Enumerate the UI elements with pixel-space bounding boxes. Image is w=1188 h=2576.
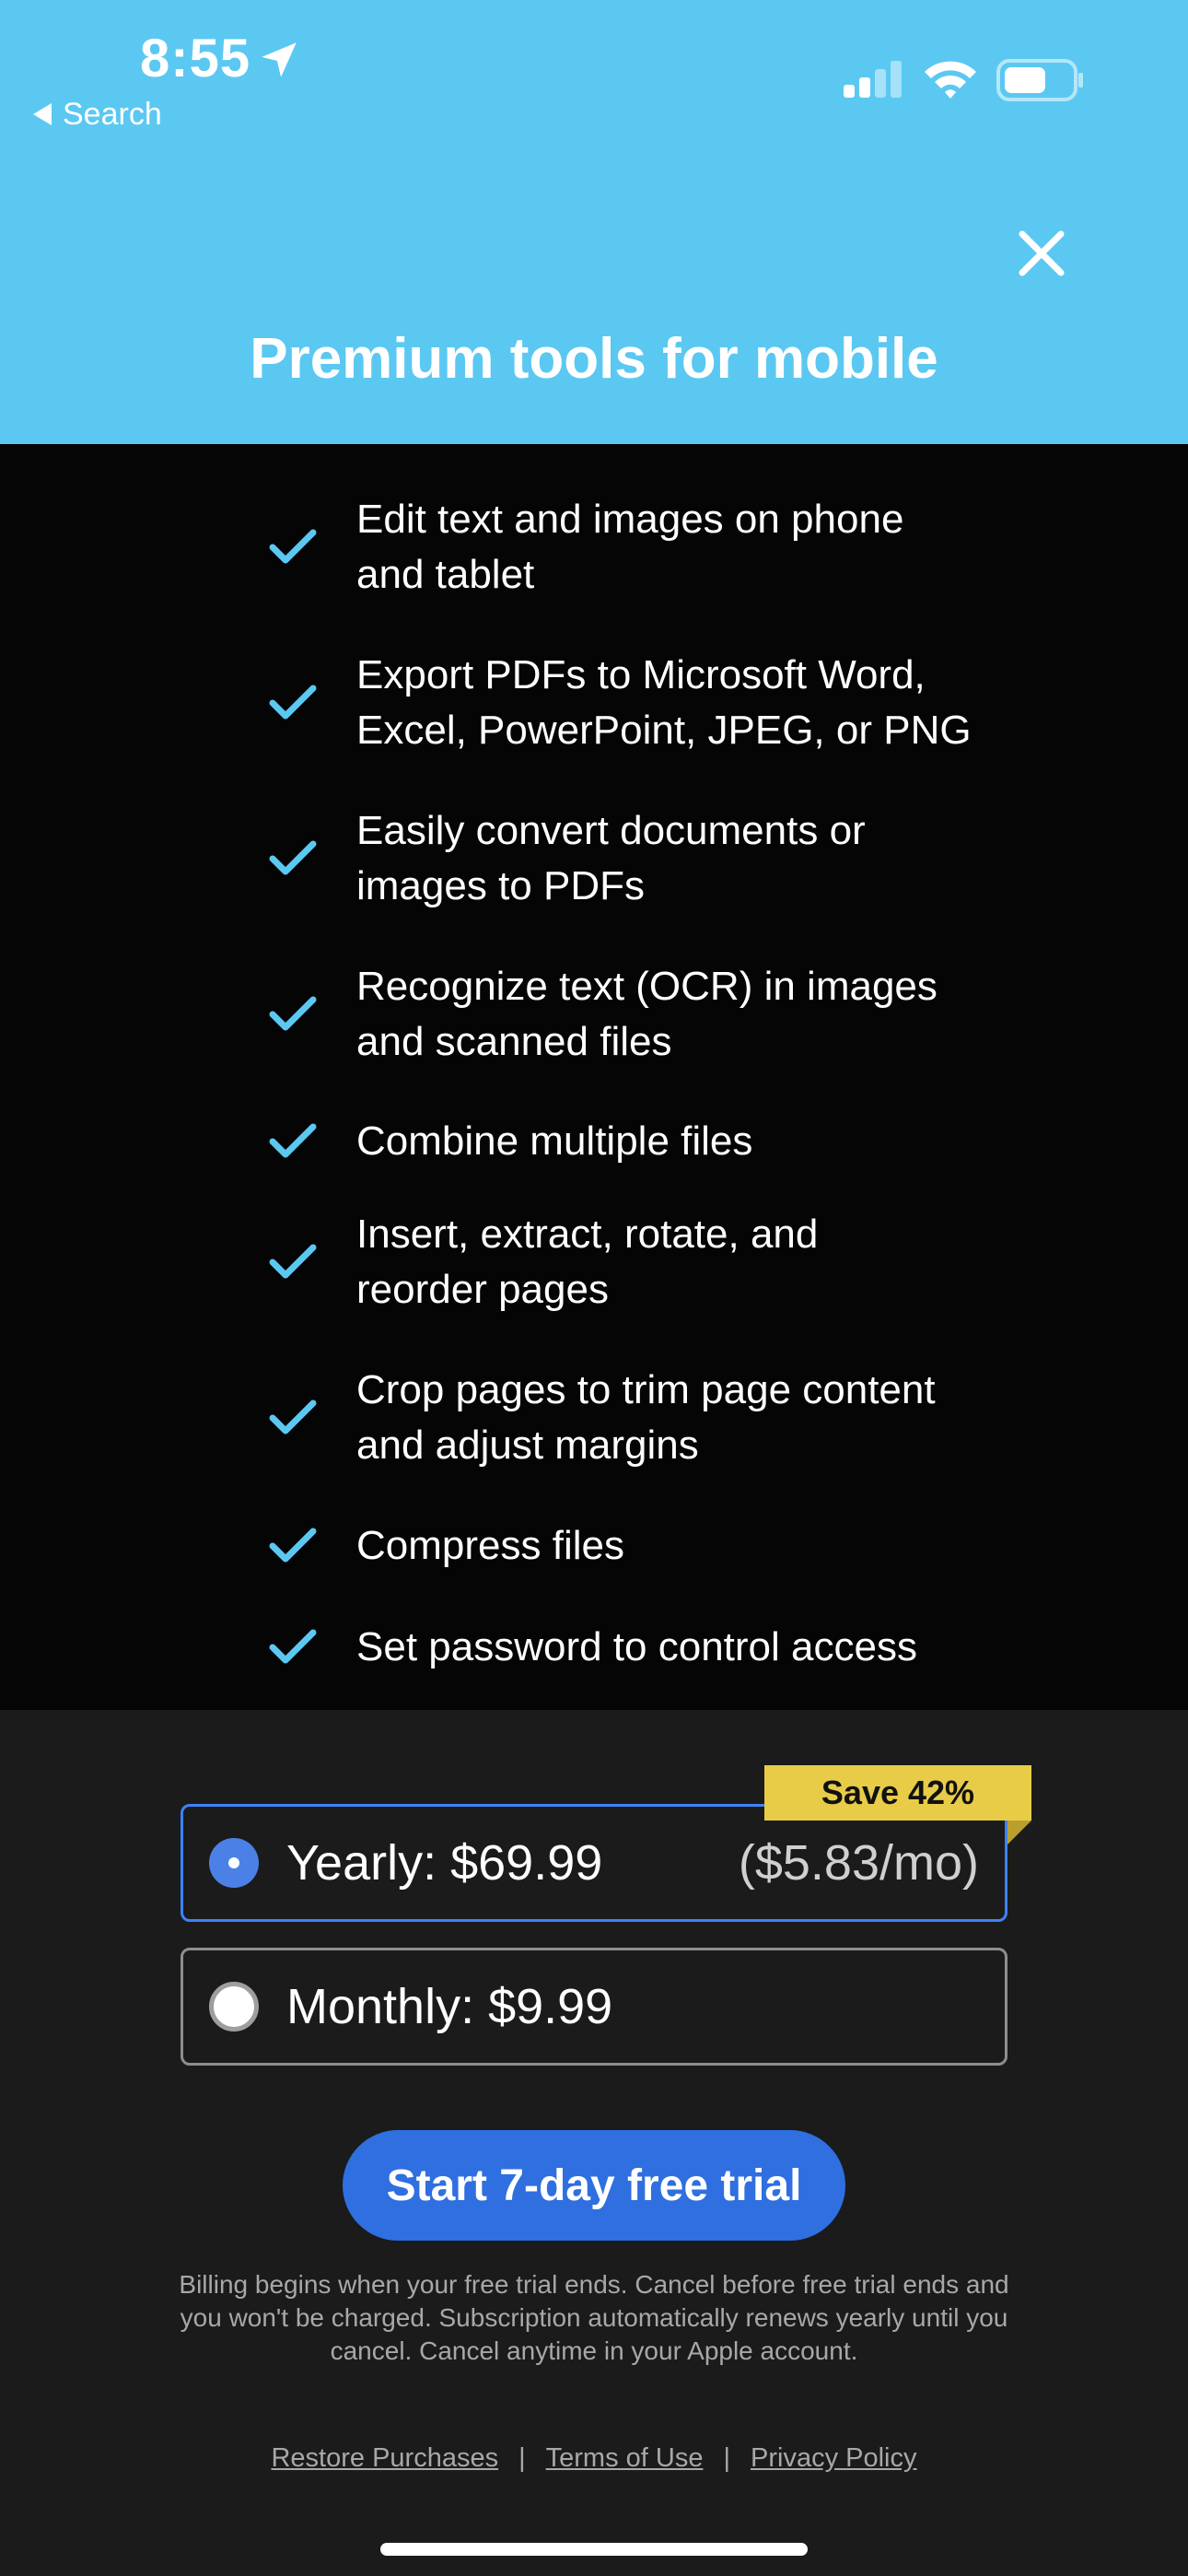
- feature-text: Crop pages to trim page content and adjus…: [356, 1367, 936, 1468]
- radio-yearly[interactable]: [209, 1838, 259, 1888]
- plan-option-monthly[interactable]: Monthly: $9.99: [181, 1948, 1007, 2066]
- status-time: 8:55: [140, 29, 251, 88]
- checkmark-icon: [269, 1399, 317, 1434]
- feature-text: Combine multiple files: [356, 1118, 753, 1164]
- battery-icon: [996, 59, 1083, 101]
- checkmark-icon: [269, 529, 317, 564]
- footer-separator: |: [518, 2443, 526, 2473]
- location-arrow-icon: [262, 42, 297, 77]
- checkmark-icon: [269, 1244, 317, 1279]
- footer-separator: |: [723, 2443, 731, 2473]
- feature-text: Compress files: [356, 1523, 624, 1568]
- paywall-screen: 8:55 Search Premium tools for mobile Edi…: [0, 0, 1188, 2576]
- radio-monthly[interactable]: [209, 1982, 259, 2032]
- header: 8:55 Search Premium tools for mobile: [0, 0, 1188, 444]
- yearly-price-label: Yearly: $69.99: [286, 1835, 603, 1891]
- close-icon[interactable]: [1017, 228, 1066, 278]
- checkmark-icon: [269, 1123, 317, 1158]
- home-indicator: [380, 2543, 808, 2556]
- yearly-monthly-equivalent: ($5.83/mo): [738, 1835, 979, 1891]
- checkmark-icon: [269, 1528, 317, 1563]
- footer-links: Restore Purchases | Terms of Use | Priva…: [0, 2443, 1188, 2474]
- checkmark-icon: [269, 996, 317, 1031]
- start-trial-button[interactable]: Start 7-day free trial: [343, 2130, 845, 2241]
- page-title: Premium tools for mobile: [250, 327, 938, 391]
- feature-text: Insert, extract, rotate, and reorder page…: [356, 1212, 819, 1312]
- checkmark-icon: [269, 685, 317, 720]
- feature-text: Recognize text (OCR) in images and scanne…: [356, 964, 938, 1064]
- feature-text: Export PDFs to Microsoft Word, Excel, Pow…: [356, 652, 972, 753]
- back-arrow-icon: [33, 103, 52, 125]
- back-label: Search: [63, 96, 162, 132]
- save-badge: Save 42%: [764, 1765, 1031, 1821]
- restore-purchases-link[interactable]: Restore Purchases: [271, 2443, 498, 2474]
- feature-text: Edit text and images on phone and tablet: [356, 497, 904, 597]
- feature-text: Set password to control access: [356, 1624, 917, 1669]
- back-to-search-link[interactable]: Search: [33, 94, 162, 135]
- checkmark-icon: [269, 840, 317, 875]
- badge-fold: [1007, 1821, 1031, 1844]
- plan-option-yearly[interactable]: Yearly: $69.99 ($5.83/mo): [181, 1804, 1007, 1922]
- privacy-policy-link[interactable]: Privacy Policy: [751, 2443, 917, 2474]
- billing-disclaimer: Billing begins when your free trial ends…: [179, 2270, 1009, 2365]
- monthly-price-label: Monthly: $9.99: [286, 1979, 613, 2034]
- feature-list: Edit text and images on phone and tablet …: [0, 444, 1188, 1710]
- cellular-signal-icon: [844, 61, 902, 98]
- feature-text: Easily convert documents or images to PDF…: [356, 808, 866, 908]
- wifi-icon: [925, 61, 976, 99]
- checkmark-icon: [269, 1629, 317, 1664]
- terms-of-use-link[interactable]: Terms of Use: [546, 2443, 704, 2474]
